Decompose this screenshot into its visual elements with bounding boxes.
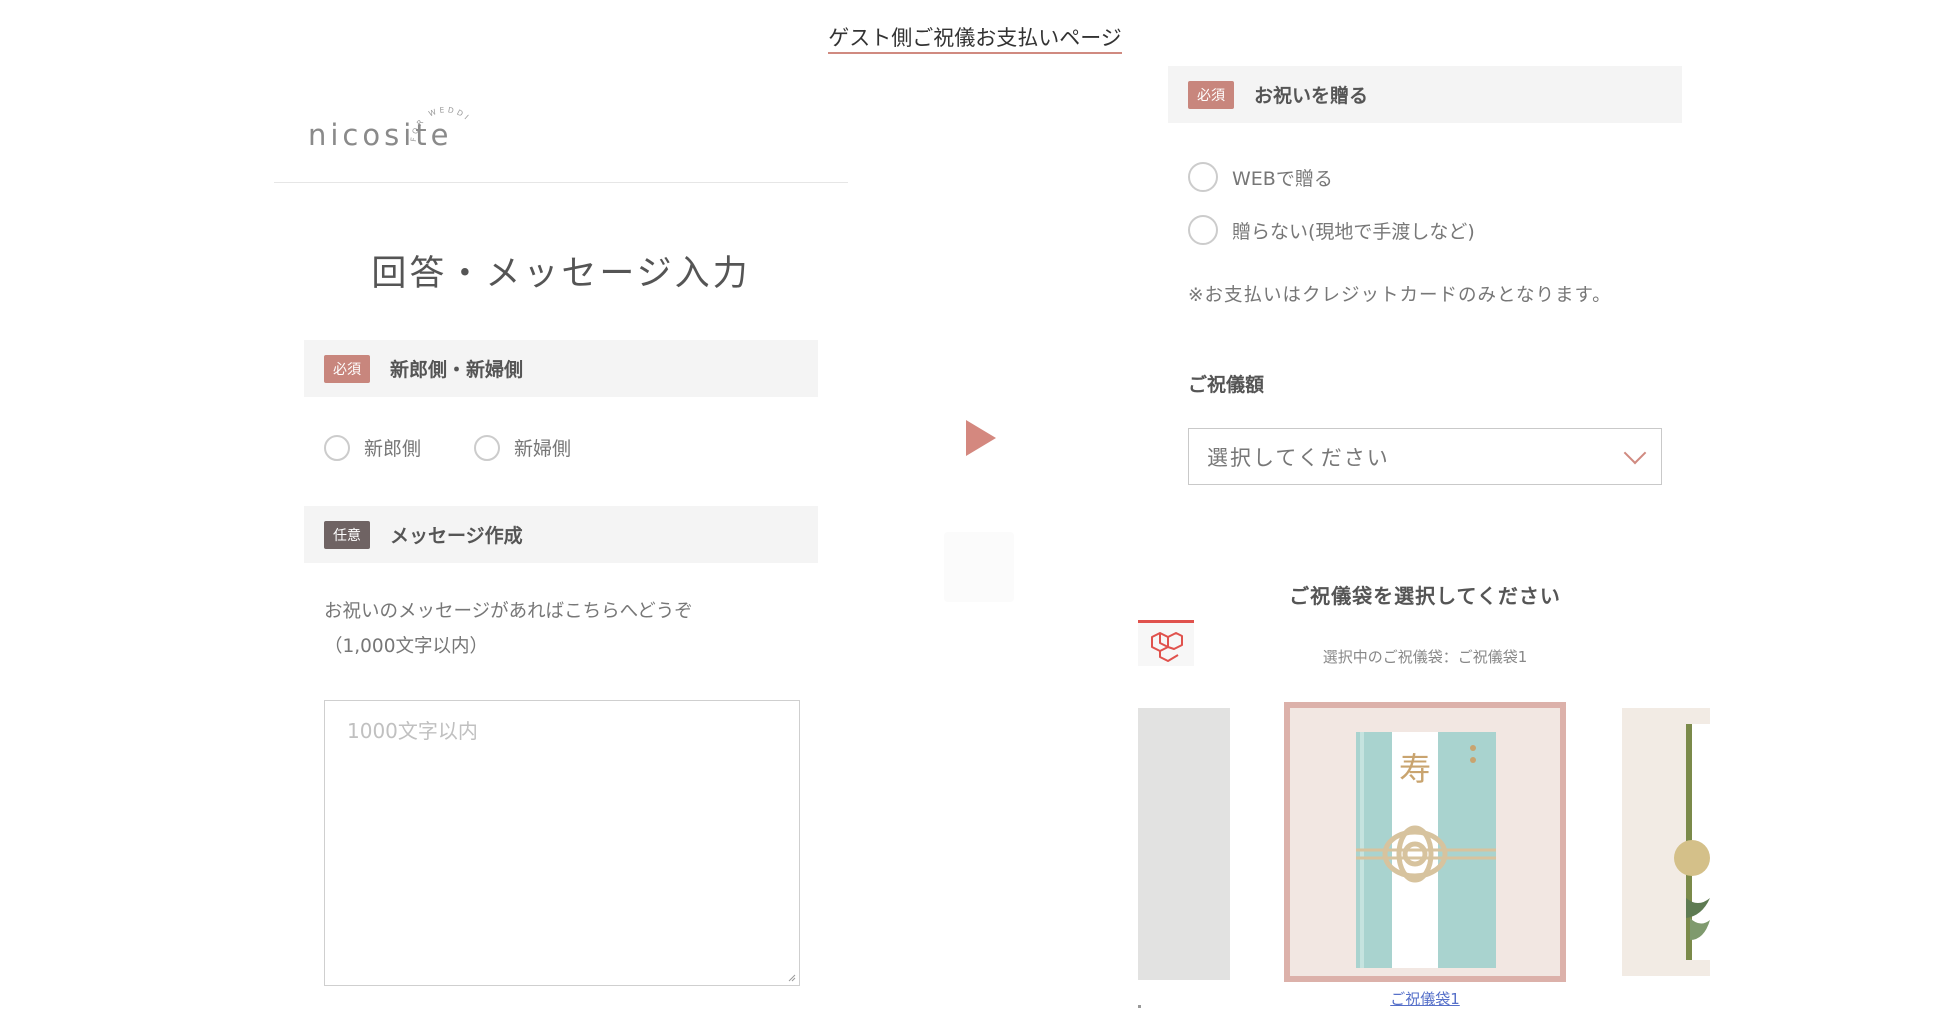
message-placeholder: 1000文字以内 [347, 719, 478, 743]
message-section-label: メッセージ作成 [390, 525, 523, 547]
web-gift-label: WEBで贈る [1232, 167, 1333, 190]
header-divider [274, 182, 848, 183]
form-title: 回答・メッセージ入力 [371, 254, 751, 294]
amount-label: ご祝儀額 [1188, 374, 1265, 396]
gift-section-label: お祝いを贈る [1254, 85, 1369, 107]
resize-grip-icon[interactable] [788, 974, 796, 982]
no-gift-label: 贈らない(現地で手渡しなど) [1232, 220, 1475, 243]
envelope-title: ご祝儀袋を選択してください [1289, 584, 1561, 608]
message-help-line1: お祝いのメッセージがあればこちらへどうぞ [324, 601, 693, 622]
slider-dot [1138, 1005, 1141, 1008]
no-gift-radio[interactable] [1188, 215, 1218, 245]
page-caption-text: ゲスト側ご祝儀お支払いページ [828, 26, 1122, 54]
envelope-card-next[interactable] [1622, 708, 1710, 976]
nicosite-logo: FOR WEDDING nicosite [308, 100, 488, 160]
selected-envelope-text: 選択中のご祝儀袋：ご祝儀袋1 [1322, 648, 1528, 666]
message-textarea[interactable]: 1000文字以内 [324, 700, 800, 986]
side-section-header: 必須 新郎側・新婦側 [304, 340, 818, 397]
envelope-next-illustration [1674, 724, 1710, 960]
web-gift-option[interactable]: WEBで贈る [1188, 162, 1333, 192]
envelope-illustration: 寿 [1356, 732, 1496, 968]
side-section-label: 新郎側・新婦側 [390, 359, 524, 381]
bride-side-label: 新婦側 [514, 438, 572, 460]
bride-side-radio[interactable] [474, 434, 500, 461]
message-help-line2: （1,000文字以内） [324, 636, 488, 657]
amount-select-value: 選択してください [1207, 445, 1390, 470]
play-arrow-icon [966, 420, 996, 456]
required-badge: 必須 [1188, 80, 1234, 109]
optional-badge: 任意 [324, 520, 370, 549]
message-section-header: 任意 メッセージ作成 [304, 506, 818, 563]
gift-section-header: 必須 お祝いを贈る [1168, 66, 1682, 123]
groom-side-label: 新郎側 [364, 438, 422, 460]
groom-side-radio[interactable] [324, 434, 350, 461]
amount-select[interactable]: 選択してください [1188, 428, 1662, 485]
payment-note: ※お支払いはクレジットカードのみとなります。 [1188, 285, 1612, 306]
groom-side-option[interactable]: 新郎側 [324, 434, 421, 461]
required-badge: 必須 [324, 354, 370, 383]
page-caption: ゲスト側ご祝儀お支払いページ [0, 22, 1950, 54]
message-help: お祝いのメッセージがあればこちらへどうぞ （1,000文字以内） [324, 594, 693, 664]
no-gift-option[interactable]: 贈らない(現地で手渡しなど) [1188, 215, 1475, 245]
web-gift-radio[interactable] [1188, 162, 1218, 192]
logo-word: nicosite [308, 118, 453, 152]
bride-side-option[interactable]: 新婦側 [474, 434, 571, 461]
chevron-down-icon [1623, 441, 1647, 464]
envelope-char: 寿 [1399, 750, 1431, 788]
envelope-caption-link[interactable]: ご祝儀袋1 [1284, 988, 1566, 1009]
ghost-placeholder [944, 532, 1014, 602]
envelope-card-selected[interactable]: 寿 [1284, 702, 1566, 982]
envelope-card-prev[interactable] [1138, 708, 1230, 980]
